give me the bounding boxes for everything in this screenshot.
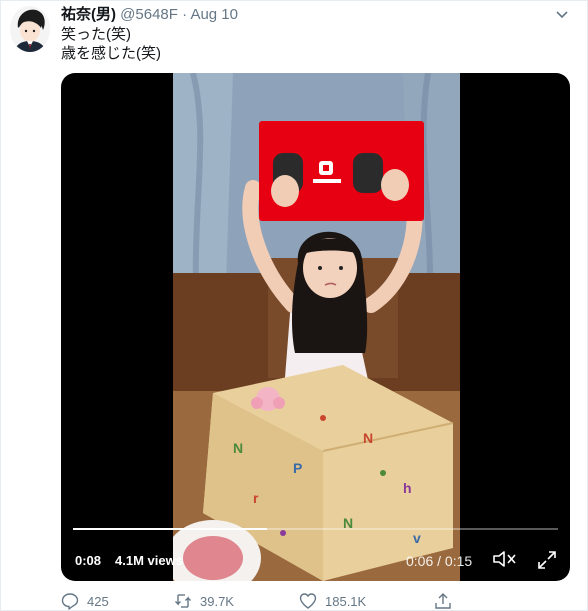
like-count: 185.1K <box>325 593 367 609</box>
video-time-elapsed: 0:08 <box>75 553 102 568</box>
video-progress-fill <box>73 528 267 530</box>
reply-icon <box>61 593 79 610</box>
avatar[interactable] <box>10 6 50 52</box>
svg-text:v: v <box>413 530 421 546</box>
svg-text:r: r <box>253 490 259 506</box>
video-frame[interactable]: N P N h r N v <box>165 73 460 581</box>
tweet-header: 祐奈(男) @5648F · Aug 10 <box>61 5 238 25</box>
video-view-count: 4.1M views <box>115 553 183 568</box>
video-player[interactable]: N P N h r N v 0:08 4.1M views 0:06 / 0:1… <box>61 73 570 581</box>
svg-text:N: N <box>363 430 373 446</box>
avatar-illustration <box>10 6 50 52</box>
video-thumbnail: N P N h r N v <box>165 73 460 581</box>
svg-text:h: h <box>403 480 412 496</box>
tweet-text-line-2: 歳を感じた(笑) <box>61 45 161 62</box>
retweet-icon <box>175 594 191 608</box>
retweet-button[interactable]: 39.7K <box>174 591 234 611</box>
reply-button[interactable]: 425 <box>61 591 109 611</box>
display-name[interactable]: 祐奈(男) <box>61 6 116 23</box>
svg-text:N: N <box>233 440 243 456</box>
speaker-muted-icon[interactable] <box>492 549 518 569</box>
video-progress-bar[interactable] <box>73 528 558 530</box>
svg-text:P: P <box>293 460 302 476</box>
chevron-down-icon[interactable] <box>555 7 569 21</box>
like-button[interactable]: 185.1K <box>299 591 366 611</box>
separator: · <box>182 6 188 23</box>
reply-count: 425 <box>87 593 109 609</box>
fullscreen-icon[interactable] <box>536 549 558 571</box>
retweet-count: 39.7K <box>200 593 234 609</box>
tweet-card[interactable]: 祐奈(男) @5648F · Aug 10 笑った(笑) 歳を感じた(笑) N … <box>0 0 588 611</box>
share-icon <box>435 593 451 609</box>
video-time-position: 0:06 / 0:15 <box>406 553 473 569</box>
user-handle[interactable]: @5648F <box>120 6 178 23</box>
share-button[interactable] <box>434 591 460 611</box>
heart-icon <box>299 593 317 609</box>
tweet-text-line-1: 笑った(笑) <box>61 26 131 43</box>
tweet-actions: 425 39.7K 185.1K <box>61 591 501 611</box>
tweet-text: 笑った(笑) 歳を感じた(笑) <box>61 25 161 63</box>
tweet-date[interactable]: Aug 10 <box>190 6 238 23</box>
